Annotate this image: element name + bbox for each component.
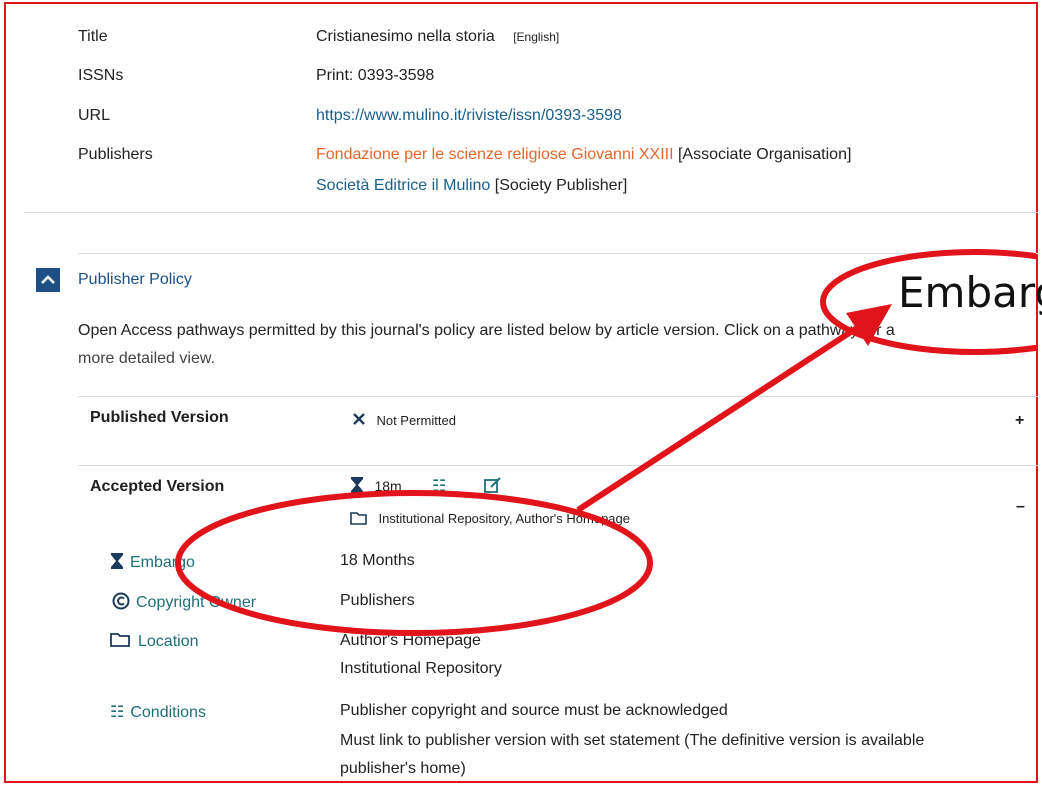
embargo-highlight-ellipse [175, 490, 653, 636]
callout-text: Embarg [898, 268, 1042, 317]
annotation-arrow-line [576, 319, 868, 513]
annotation-overlay [175, 249, 1036, 636]
